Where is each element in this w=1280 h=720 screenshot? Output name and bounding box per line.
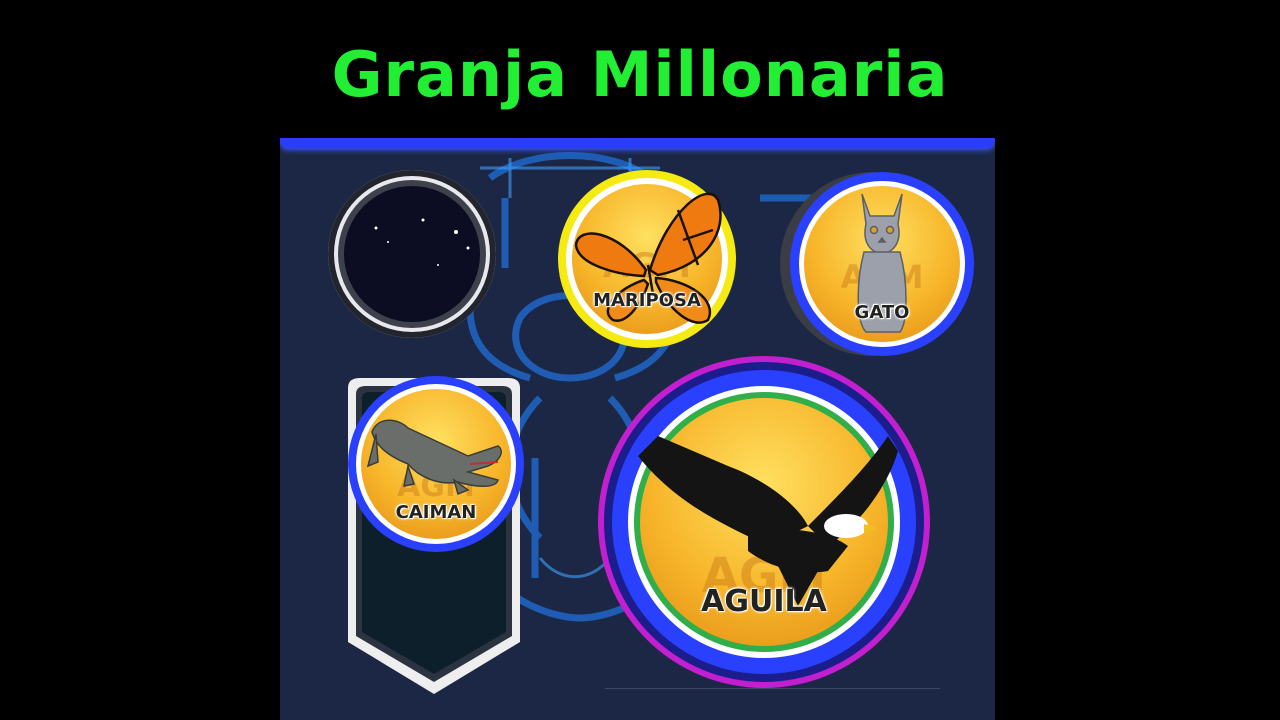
page-title: Granja Millonaria	[331, 38, 949, 111]
gato-label: GATO	[854, 302, 910, 323]
mariposa-badge[interactable]: AGM MARIPOSA	[558, 170, 736, 348]
caiman-shield[interactable]: AGM CAIMAN	[336, 376, 532, 696]
empty-badge-slot[interactable]	[328, 170, 496, 338]
aguila-label: AGUILA	[701, 584, 827, 619]
cat-icon	[857, 193, 907, 333]
gato-badge[interactable]: AGM GATO	[790, 172, 974, 356]
game-board: AGM MARIPOSA AGM	[280, 138, 995, 720]
aguila-badge[interactable]: AGM AGUILA	[598, 356, 930, 688]
caiman-badge[interactable]: AGM CAIMAN	[348, 376, 524, 552]
stars-icon	[374, 218, 470, 266]
divider	[605, 688, 940, 689]
caiman-label: CAIMAN	[395, 502, 477, 523]
caiman-icon	[366, 419, 502, 496]
mariposa-label: MARIPOSA	[593, 290, 701, 311]
eagle-icon	[638, 436, 898, 606]
butterfly-icon	[574, 192, 722, 324]
